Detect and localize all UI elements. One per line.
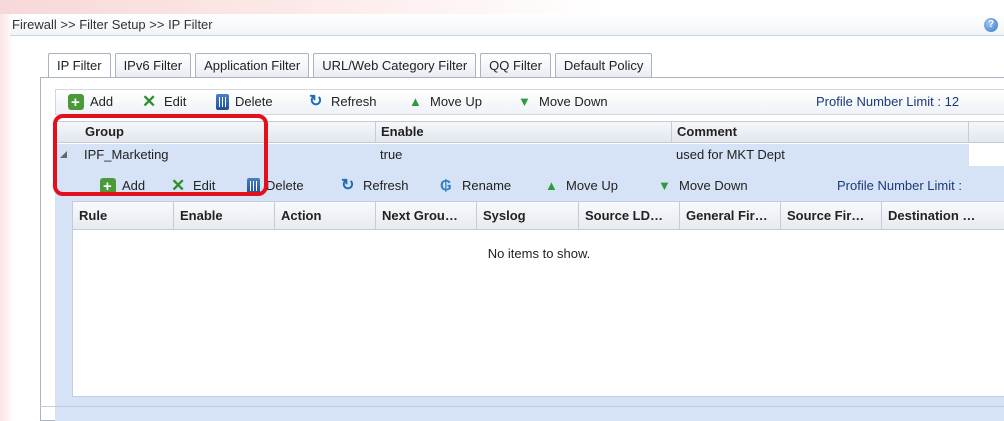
panel-bottom-divider — [40, 406, 1004, 407]
refresh-label: Refresh — [331, 94, 377, 109]
column-rule[interactable]: Rule — [73, 202, 173, 230]
rule-grid: Rule Enable Action Next Grou… Syslog Sou… — [72, 201, 1004, 397]
column-source-ldap[interactable]: Source LD… — [579, 202, 679, 230]
delete-button[interactable]: Delete — [216, 90, 273, 114]
rule-rename-button[interactable]: Rename — [440, 174, 511, 198]
rename-icon — [440, 174, 456, 198]
edit-label: Edit — [164, 94, 187, 109]
move-up-icon — [544, 174, 560, 198]
rule-move-up-button[interactable]: Move Up — [544, 174, 618, 198]
column-enable[interactable]: Enable — [377, 122, 424, 142]
tab-ipv6-filter[interactable]: IPv6 Filter — [114, 53, 192, 77]
add-button[interactable]: Add — [68, 90, 114, 115]
profile-limit: Profile Number Limit : 12 — [816, 94, 960, 109]
move-down-icon — [657, 174, 673, 198]
column-separator — [671, 122, 672, 142]
refresh-icon — [341, 174, 357, 198]
move-down-button[interactable]: Move Down — [517, 90, 608, 114]
rule-move-down-label: Move Down — [679, 178, 748, 193]
title-bar: Firewall >> Filter Setup >> IP Filter ? — [10, 14, 1004, 36]
top-glow — [0, 0, 1004, 14]
breadcrumb: Firewall >> Filter Setup >> IP Filter — [12, 17, 213, 32]
edit-icon — [142, 90, 158, 114]
column-source-firewall[interactable]: Source Fir… — [781, 202, 881, 230]
filter-tabs: IP Filter IPv6 Filter Application Filter… — [48, 53, 656, 78]
add-label: Add — [90, 94, 114, 109]
rule-delete-label: Delete — [266, 178, 304, 193]
column-syslog[interactable]: Syslog — [477, 202, 577, 230]
edit-button[interactable]: Edit — [142, 90, 186, 114]
column-enable[interactable]: Enable — [174, 202, 274, 230]
group-toolbar: Add Edit Delete Refresh Move Up Move Dow… — [55, 89, 1004, 115]
column-separator — [375, 122, 376, 142]
empty-message: No items to show. — [487, 246, 591, 261]
delete-icon — [216, 94, 229, 110]
highlight-box — [53, 114, 268, 196]
rule-profile-limit: Profile Number Limit : — [837, 178, 962, 193]
move-up-icon — [408, 90, 424, 114]
refresh-button[interactable]: Refresh — [309, 90, 377, 114]
delete-label: Delete — [235, 94, 273, 109]
move-up-button[interactable]: Move Up — [408, 90, 482, 114]
refresh-icon — [309, 90, 325, 114]
help-icon[interactable]: ? — [984, 18, 998, 32]
rule-refresh-button[interactable]: Refresh — [341, 174, 409, 198]
rule-rename-label: Rename — [462, 178, 512, 193]
column-general-firewall[interactable]: General Fir… — [680, 202, 780, 230]
tab-ip-filter[interactable]: IP Filter — [48, 53, 111, 78]
tab-application-filter[interactable]: Application Filter — [195, 53, 310, 77]
left-edge-glow — [0, 14, 14, 421]
column-action[interactable]: Action — [275, 202, 375, 230]
tab-qq-filter[interactable]: QQ Filter — [480, 53, 551, 77]
add-icon — [68, 91, 84, 115]
grid-header-scroll-cap — [969, 121, 1004, 143]
tab-default-policy[interactable]: Default Policy — [554, 53, 653, 77]
column-destination[interactable]: Destination … — [882, 202, 1002, 230]
column-comment[interactable]: Comment — [673, 122, 737, 142]
group-enable-cell: true — [380, 147, 403, 162]
rule-refresh-label: Refresh — [363, 178, 409, 193]
move-up-label: Move Up — [430, 94, 483, 109]
rule-grid-header: Rule Enable Action Next Grou… Syslog Sou… — [73, 202, 1004, 230]
rule-move-down-button[interactable]: Move Down — [657, 174, 748, 198]
rule-move-up-label: Move Up — [566, 178, 619, 193]
group-comment-cell: used for MKT Dept — [676, 147, 785, 162]
move-down-icon — [517, 90, 533, 114]
move-down-label: Move Down — [539, 94, 608, 109]
column-next-group[interactable]: Next Grou… — [376, 202, 476, 230]
tab-url-web-category-filter[interactable]: URL/Web Category Filter — [313, 53, 477, 77]
